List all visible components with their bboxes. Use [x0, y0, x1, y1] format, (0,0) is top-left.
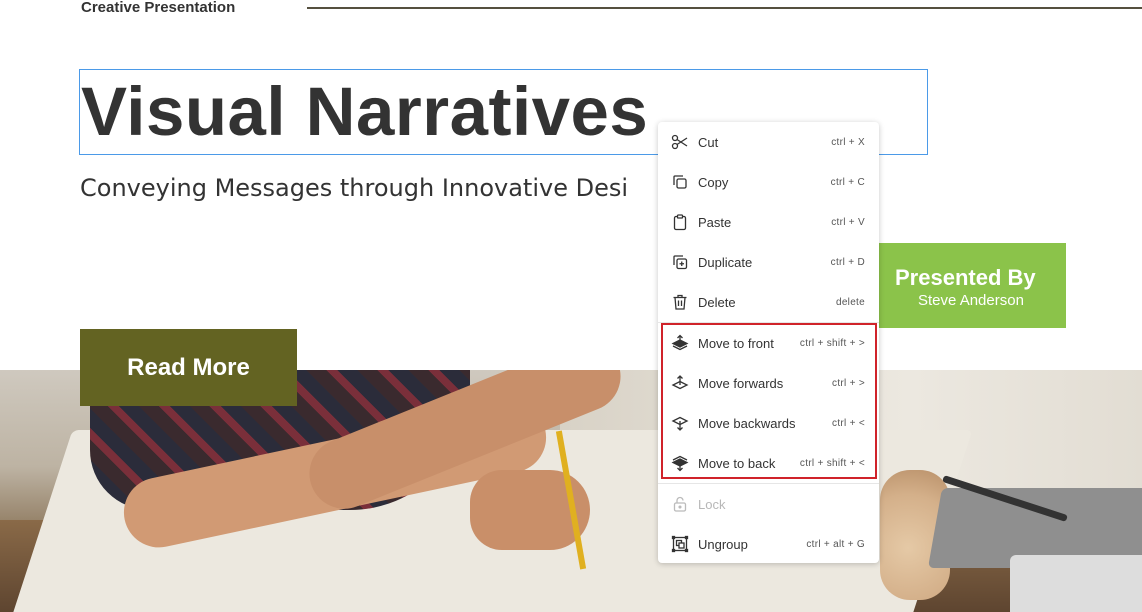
menu-item-copy[interactable]: Copy ctrl + C [658, 162, 879, 202]
menu-item-delete[interactable]: Delete delete [658, 282, 879, 322]
menu-item-move-forwards[interactable]: Move forwards ctrl + > [658, 363, 879, 403]
menu-item-shortcut: ctrl + V [831, 216, 865, 228]
menu-item-label: Move to front [698, 335, 774, 351]
scissors-icon [671, 133, 689, 151]
menu-item-label: Move backwards [698, 415, 796, 431]
menu-item-lock[interactable]: Lock [658, 484, 879, 524]
ungroup-icon [671, 535, 689, 553]
menu-item-move-backwards[interactable]: Move backwards ctrl + < [658, 403, 879, 443]
lock-icon [671, 495, 689, 513]
menu-item-shortcut: ctrl + > [832, 377, 865, 389]
clipboard-icon [671, 213, 689, 231]
menu-item-cut[interactable]: Cut ctrl + X [658, 122, 879, 162]
duplicate-icon [671, 253, 689, 271]
menu-item-label: Move forwards [698, 375, 784, 391]
trash-icon [671, 293, 689, 311]
menu-item-shortcut: ctrl + shift + < [799, 457, 865, 469]
menu-item-label: Copy [698, 174, 729, 190]
header-divider [307, 7, 1142, 9]
slide-title[interactable]: Visual Narratives [81, 72, 648, 151]
menu-item-label: Paste [698, 214, 732, 230]
background-photo[interactable] [0, 370, 1142, 612]
menu-item-duplicate[interactable]: Duplicate ctrl + D [658, 242, 879, 282]
menu-item-label: Delete [698, 294, 736, 310]
send-backward-icon [671, 414, 689, 432]
presenter-name: Steve Anderson [918, 292, 1024, 309]
context-menu: Cut ctrl + X Copy ctrl + C Paste ctrl + … [658, 122, 879, 563]
menu-item-shortcut: ctrl + shift + > [799, 337, 865, 349]
menu-item-label: Cut [698, 134, 719, 150]
menu-item-paste[interactable]: Paste ctrl + V [658, 202, 879, 242]
copy-icon [671, 173, 689, 191]
bring-to-front-icon [671, 334, 689, 352]
send-to-back-icon [671, 454, 689, 472]
presented-by-block[interactable]: Presented By Steve Anderson [878, 243, 1066, 328]
bring-forward-icon [671, 374, 689, 392]
read-more-button[interactable]: Read More [80, 329, 297, 406]
menu-item-shortcut: ctrl + D [830, 256, 865, 268]
menu-item-shortcut: ctrl + X [831, 136, 865, 148]
menu-item-move-to-back[interactable]: Move to back ctrl + shift + < [658, 443, 879, 483]
menu-item-label: Ungroup [698, 536, 748, 552]
slide-label: Creative Presentation [81, 0, 236, 16]
presented-by-heading: Presented By [895, 265, 1036, 290]
menu-item-shortcut: ctrl + C [830, 176, 865, 188]
menu-item-label: Move to back [698, 455, 776, 471]
menu-item-label: Duplicate [698, 254, 753, 270]
photo-device [1010, 555, 1142, 612]
menu-item-label: Lock [698, 496, 726, 512]
menu-item-shortcut: delete [835, 296, 865, 308]
menu-item-ungroup[interactable]: Ungroup ctrl + alt + G [658, 524, 879, 564]
menu-item-move-to-front[interactable]: Move to front ctrl + shift + > [658, 323, 879, 363]
menu-item-shortcut: ctrl + < [832, 417, 865, 429]
slide-subtitle[interactable]: Conveying Messages through Innovative De… [80, 174, 628, 202]
menu-item-shortcut: ctrl + alt + G [806, 538, 865, 550]
